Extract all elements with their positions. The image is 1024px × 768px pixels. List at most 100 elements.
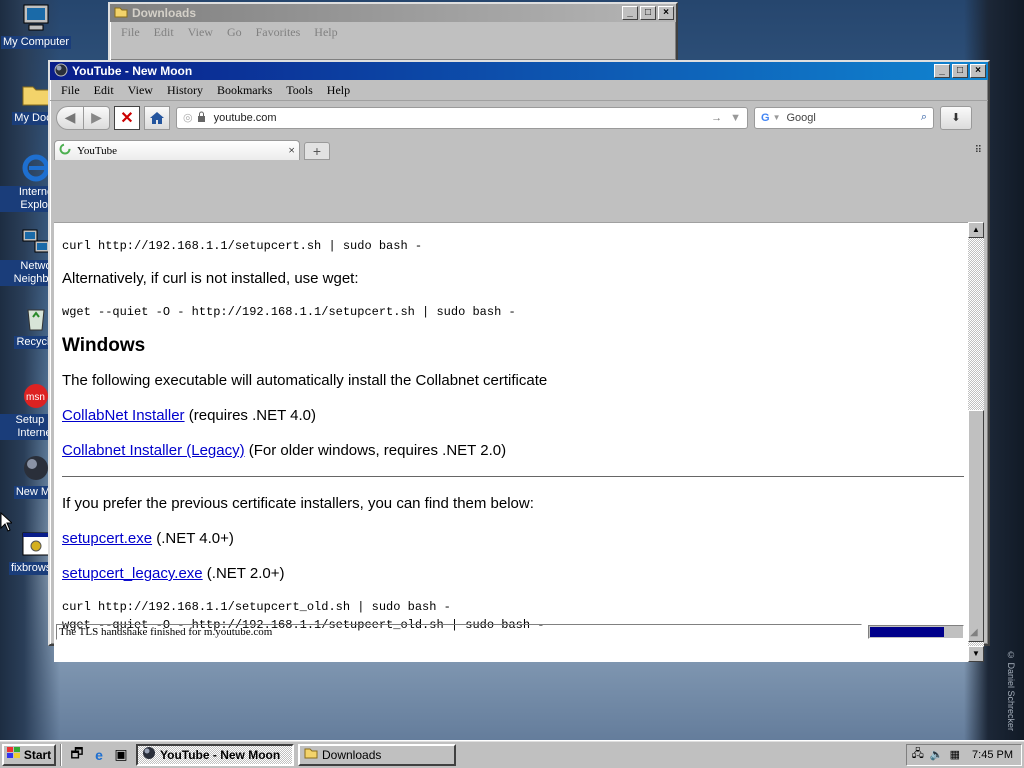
status-text: The TLS handshake finished for m.youtube… — [56, 624, 862, 640]
menu-file[interactable]: File — [114, 25, 147, 40]
menu-history[interactable]: History — [160, 83, 210, 98]
page-content: curl http://192.168.1.1/setupcert.sh | s… — [54, 222, 972, 662]
task-youtube-new-moon[interactable]: YouTube - New Moon — [136, 743, 294, 766]
collabnet-legacy-line: Collabnet Installer (Legacy) (For older … — [62, 441, 964, 461]
channels-quicklaunch-icon[interactable]: ▣ — [110, 744, 132, 766]
download-arrow-icon: ⬇ — [951, 112, 961, 124]
tab-strip: YouTube × + ⠿ — [50, 134, 988, 160]
search-engine-dropdown-icon[interactable]: ▼ — [773, 113, 781, 122]
scroll-thumb[interactable] — [968, 410, 984, 642]
vertical-scrollbar[interactable]: ▲ ▼ — [968, 222, 984, 662]
home-icon — [150, 111, 164, 124]
downloads-button[interactable]: ⬇ — [940, 105, 972, 130]
menu-favorites[interactable]: Favorites — [249, 25, 308, 40]
volume-icon[interactable]: 🔈 — [930, 748, 944, 761]
go-arrow-icon[interactable]: → — [711, 112, 722, 124]
menu-view[interactable]: View — [181, 25, 220, 40]
search-bar[interactable]: G ▼ Googl ⌕ — [754, 106, 934, 129]
menu-bookmarks[interactable]: Bookmarks — [210, 83, 279, 98]
clock[interactable]: 7:45 PM — [972, 749, 1013, 761]
back-button[interactable]: ◀ — [56, 105, 84, 130]
computer-icon — [20, 2, 52, 34]
collabnet-installer-link[interactable]: CollabNet Installer — [62, 407, 185, 424]
heading-windows: Windows — [62, 335, 146, 356]
link-note: (requires .NET 4.0) — [184, 407, 316, 424]
forward-button[interactable]: ▶ — [84, 105, 110, 130]
setupcert-legacy-link[interactable]: setupcert_legacy.exe — [62, 565, 203, 582]
window-title: YouTube - New Moon — [72, 64, 193, 78]
code-curl-old: curl http://192.168.1.1/setupcert_old.sh… — [62, 600, 451, 614]
folder-icon — [304, 747, 318, 762]
menu-go[interactable]: Go — [220, 25, 249, 40]
show-desktop-icon[interactable]: 🗗 — [66, 744, 88, 766]
site-identity-icon: ◎ — [183, 112, 193, 124]
downloads-title: Downloads — [132, 6, 197, 20]
home-button[interactable] — [144, 105, 170, 130]
task-label: YouTube - New Moon — [160, 747, 281, 762]
scroll-up-button[interactable]: ▲ — [968, 222, 984, 238]
minimize-button[interactable]: _ — [622, 6, 638, 20]
tab-youtube[interactable]: YouTube × — [54, 140, 300, 160]
scheduler-icon[interactable]: ▦ — [950, 748, 960, 761]
scroll-down-button[interactable]: ▼ — [968, 646, 984, 662]
divider — [62, 476, 964, 477]
close-button[interactable]: × — [658, 6, 674, 20]
loading-throbber-icon — [59, 143, 71, 158]
navigation-toolbar: ◀ ▶ ✕ ◎ youtube.com → ▼ G ▼ Googl ⌕ ⬇ — [50, 100, 988, 134]
downloads-titlebar[interactable]: Downloads _ □ × — [110, 4, 676, 22]
search-icon[interactable]: ⌕ — [921, 111, 927, 124]
lock-icon — [197, 111, 206, 125]
menu-help[interactable]: Help — [307, 25, 344, 40]
paragraph-windows: The following executable will automatica… — [62, 372, 548, 389]
mouse-cursor — [0, 511, 14, 535]
minimize-button[interactable]: _ — [934, 64, 950, 78]
new-tab-button[interactable]: + — [304, 142, 330, 160]
url-bar[interactable]: ◎ youtube.com → ▼ — [176, 106, 748, 129]
downloads-window[interactable]: Downloads _ □ × File Edit View Go Favori… — [108, 2, 678, 62]
task-downloads[interactable]: Downloads — [298, 743, 456, 766]
setupcert-line: setupcert.exe (.NET 4.0+) — [62, 529, 964, 549]
desktop-icon-my-computer[interactable]: My Computer — [0, 2, 72, 49]
history-dropdown-icon[interactable]: ▼ — [730, 112, 741, 124]
tab-title: YouTube — [77, 144, 118, 157]
maximize-button[interactable]: □ — [640, 6, 656, 20]
url-text: youtube.com — [213, 111, 277, 124]
code-curl: curl http://192.168.1.1/setupcert.sh | s… — [62, 239, 423, 253]
close-button[interactable]: × — [970, 64, 986, 78]
taskbar-separator — [60, 743, 62, 766]
ie-quicklaunch-icon[interactable]: e — [88, 744, 110, 766]
forward-arrow-icon: ▶ — [91, 109, 102, 125]
browser-window[interactable]: YouTube - New Moon _ □ × File Edit View … — [48, 60, 990, 662]
resize-grip-icon[interactable]: ◢ — [970, 627, 984, 638]
start-button[interactable]: Start — [2, 743, 56, 766]
menu-help[interactable]: Help — [320, 83, 357, 98]
paragraph-alternative: Alternatively, if curl is not installed,… — [62, 270, 359, 287]
setupcert-link[interactable]: setupcert.exe — [62, 530, 152, 547]
search-input: Googl — [786, 111, 816, 124]
collabnet-legacy-link[interactable]: Collabnet Installer (Legacy) — [62, 442, 245, 459]
taskbar: Start 🗗 e ▣ YouTube - New Moon Downloads… — [0, 740, 1024, 768]
stop-button[interactable]: ✕ — [114, 105, 140, 130]
maximize-button[interactable]: □ — [952, 64, 968, 78]
list-all-tabs-icon[interactable]: ⠿ — [975, 145, 982, 156]
folder-icon — [114, 6, 128, 21]
stop-x-icon: ✕ — [120, 109, 134, 127]
link-note: (.NET 4.0+) — [152, 530, 234, 547]
network-tray-icon[interactable]: 🖧 — [912, 745, 924, 764]
status-bar: The TLS handshake finished for m.youtube… — [54, 622, 986, 642]
menu-edit[interactable]: Edit — [147, 25, 181, 40]
link-note: (.NET 2.0+) — [202, 565, 285, 582]
menu-file[interactable]: File — [54, 83, 87, 98]
menu-edit[interactable]: Edit — [87, 83, 121, 98]
back-arrow-icon: ◀ — [64, 109, 76, 125]
loading-progress-bar — [868, 625, 964, 639]
browser-menubar: File Edit View History Bookmarks Tools H… — [50, 80, 988, 100]
tab-close-icon[interactable]: × — [288, 143, 295, 158]
browser-titlebar[interactable]: YouTube - New Moon _ □ × — [50, 62, 988, 80]
system-tray: 🖧 🔈 ▦ 7:45 PM — [906, 743, 1022, 766]
new-moon-icon — [54, 63, 68, 80]
menu-view[interactable]: View — [121, 83, 160, 98]
windows-logo-icon — [6, 747, 21, 762]
menu-tools[interactable]: Tools — [279, 83, 320, 98]
wallpaper-watermark: © Daniel Schrecker — [1006, 650, 1016, 732]
